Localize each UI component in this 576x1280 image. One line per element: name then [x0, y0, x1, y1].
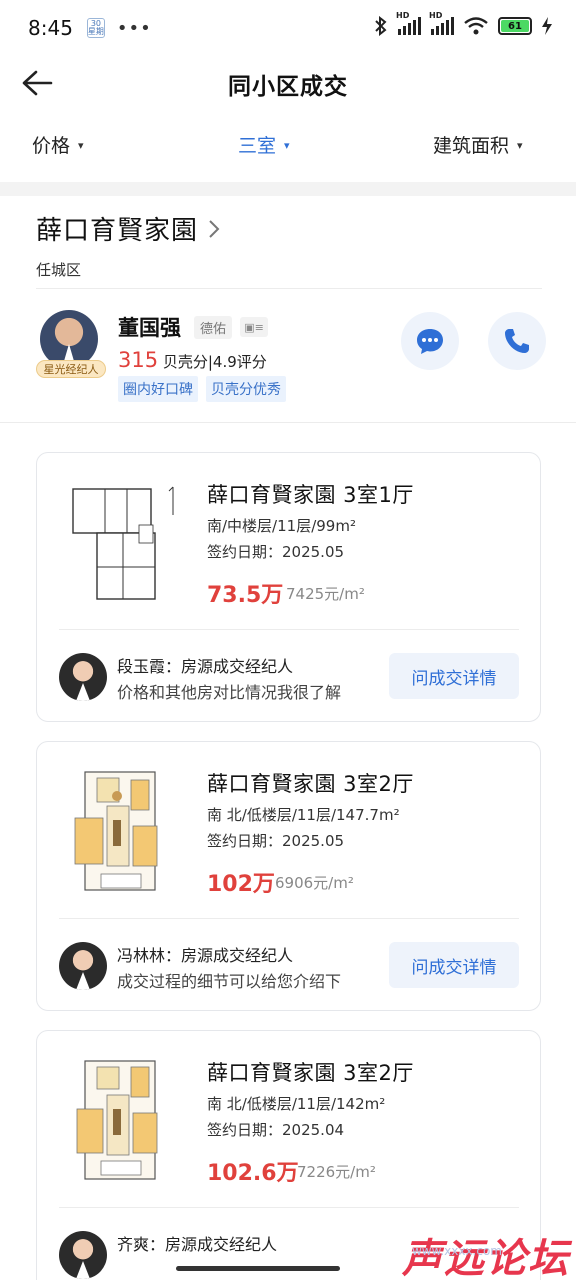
- deal-card[interactable]: 薛口育賢家園 3室2厅 南 北/低楼层/11层/147.7m² 签约日期：202…: [36, 741, 541, 1011]
- floorplan-image: [76, 1060, 158, 1180]
- deal-date: 签约日期：2025.05: [207, 543, 345, 561]
- community-name-row[interactable]: 薛口育賢家園: [36, 210, 542, 247]
- business-card-icon[interactable]: ▣≡: [240, 317, 268, 337]
- more-dots-icon: •••: [116, 17, 152, 39]
- chat-icon: [417, 329, 443, 354]
- chevron-down-icon: ▾: [78, 138, 84, 152]
- page-title: 同小区成交: [228, 74, 348, 100]
- chevron-down-icon: ▾: [517, 138, 523, 152]
- home-indicator[interactable]: [176, 1266, 340, 1271]
- section-separator: [0, 182, 576, 196]
- deal-title: 薛口育賢家園 3室2厅: [207, 772, 414, 796]
- community-name: 薛口育賢家園: [36, 216, 199, 246]
- deal-price: 102.6万: [207, 1161, 299, 1186]
- agent-star-badge: 星光经纪人: [36, 360, 106, 378]
- agent-score: 315 贝壳分|4.9评分: [118, 348, 267, 372]
- filter-area[interactable]: 建筑面积 ▾: [433, 131, 523, 158]
- deal-card[interactable]: 薛口育賢家園 3室1厅 南/中楼层/11层/99m² 签约日期：2025.05 …: [36, 452, 541, 722]
- agent-name: 董国强: [118, 316, 181, 340]
- divider: [59, 1207, 519, 1208]
- status-bar: 8:45 30 星期 ••• HD HD 61: [0, 0, 576, 56]
- deal-meta: 南 北/低楼层/11层/142m²: [207, 1095, 386, 1113]
- ask-deal-details-button[interactable]: 问成交详情: [389, 653, 519, 699]
- phone-icon: [505, 329, 529, 353]
- ask-deal-details-button[interactable]: 问成交详情: [389, 942, 519, 988]
- floorplan-image: [72, 486, 174, 600]
- wifi-icon: [464, 17, 488, 35]
- divider: [59, 629, 519, 630]
- call-button[interactable]: [488, 312, 546, 370]
- agent-tags: 圈内好口碑 贝壳分优秀: [118, 376, 286, 402]
- deal-meta: 南 北/低楼层/11层/147.7m²: [207, 806, 400, 824]
- chevron-down-icon: ▾: [284, 138, 290, 152]
- agent-tag: 贝壳分优秀: [206, 376, 286, 402]
- status-time: 8:45: [28, 16, 73, 40]
- message-button[interactable]: [401, 312, 459, 370]
- watermark-url: www.xxxx.com: [411, 1244, 502, 1258]
- deal-agent-avatar[interactable]: [59, 1231, 107, 1279]
- filter-bar: 价格 ▾ 三室 ▾ 建筑面积 ▾: [0, 116, 576, 172]
- deal-meta: 南/中楼层/11层/99m²: [207, 517, 356, 535]
- battery-icon: 61: [498, 17, 532, 35]
- floorplan-image: [74, 771, 158, 891]
- deal-agent-quote: 成交过程的细节可以给您介绍下: [117, 972, 342, 991]
- charging-icon: [542, 17, 552, 35]
- deal-unit-price: 7226元/m²: [297, 1163, 376, 1181]
- deal-unit-price: 6906元/m²: [275, 874, 354, 892]
- deal-price: 102万: [207, 872, 275, 897]
- calendar-badge-icon: 30 星期: [86, 18, 105, 38]
- deal-agent-name: 冯林林：房源成交经纪人: [117, 946, 294, 965]
- status-icons: HD HD 61: [374, 11, 552, 36]
- agent-company: 德佑: [194, 316, 233, 339]
- back-arrow-icon[interactable]: [20, 68, 54, 98]
- divider: [0, 422, 576, 423]
- filter-price[interactable]: 价格 ▾: [32, 131, 84, 158]
- filter-rooms[interactable]: 三室 ▾: [238, 131, 290, 158]
- agent-card: 星光经纪人 董国强 德佑 ▣≡ 315 贝壳分|4.9评分 圈内好口碑 贝壳分优…: [36, 300, 552, 410]
- chevron-right-icon: [209, 219, 220, 238]
- deal-date: 签约日期：2025.05: [207, 832, 345, 850]
- deal-agent-name: 齐爽：房源成交经纪人: [117, 1235, 278, 1254]
- deal-agent-avatar[interactable]: [59, 942, 107, 990]
- deal-price: 73.5万: [207, 583, 284, 608]
- agent-tag: 圈内好口碑: [118, 376, 198, 402]
- community-header[interactable]: 薛口育賢家園 任城区: [36, 210, 542, 280]
- deal-date: 签约日期：2025.04: [207, 1121, 345, 1139]
- deal-title: 薛口育賢家園 3室1厅: [207, 483, 414, 507]
- divider: [36, 288, 542, 289]
- deal-title: 薛口育賢家園 3室2厅: [207, 1061, 414, 1085]
- deal-agent-quote: 价格和其他房对比情况我很了解: [117, 683, 342, 702]
- deal-unit-price: 7425元/m²: [286, 585, 365, 603]
- divider: [59, 918, 519, 919]
- deal-agent-avatar[interactable]: [59, 653, 107, 701]
- nav-header: 同小区成交: [0, 56, 576, 112]
- community-district: 任城区: [36, 261, 82, 279]
- signal-icon: HD: [396, 11, 421, 35]
- deal-agent-name: 段玉霞：房源成交经纪人: [117, 657, 294, 676]
- bluetooth-icon: [375, 16, 387, 36]
- signal-icon-2: HD: [429, 11, 454, 35]
